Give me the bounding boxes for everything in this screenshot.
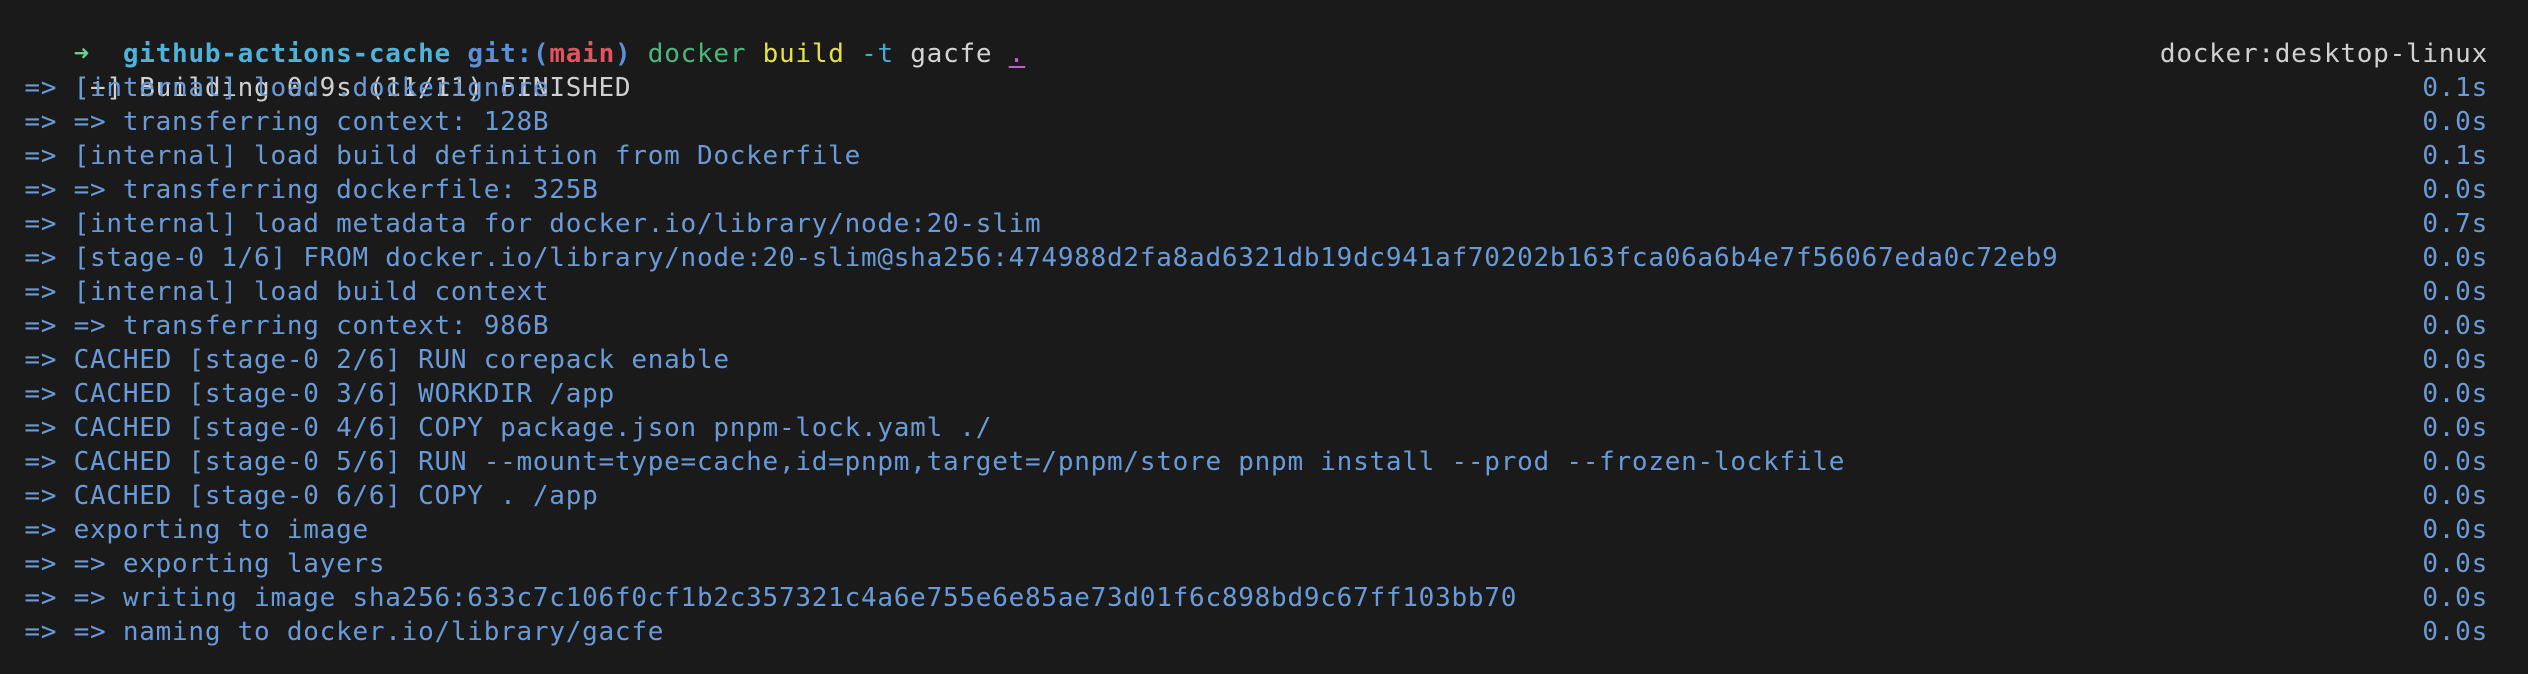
build-step-text: => => transferring context: 986B <box>8 311 550 341</box>
build-step-text: => => naming to docker.io/library/gacfe <box>8 617 665 647</box>
build-step-text: => => transferring dockerfile: 325B <box>8 175 599 205</box>
build-step-time: 0.0s <box>2422 549 2488 579</box>
build-step-line: => CACHED [stage-0 4/6] COPY package.jso… <box>8 411 2488 445</box>
build-step-time: 0.0s <box>2422 481 2488 511</box>
build-step-text: => [internal] load .dockerignore <box>8 73 550 103</box>
build-step-time: 0.0s <box>2422 277 2488 307</box>
build-step-time: 0.7s <box>2422 209 2488 239</box>
terminal-window[interactable]: ➜ github-actions-cache git:(main) docker… <box>0 0 2528 674</box>
build-step-text: => CACHED [stage-0 4/6] COPY package.jso… <box>8 413 993 443</box>
build-step-line: => CACHED [stage-0 2/6] RUN corepack ena… <box>8 343 2488 377</box>
build-step-time: 0.0s <box>2422 583 2488 613</box>
build-step-line: => => transferring context: 986B 0.0s <box>8 309 2488 343</box>
build-step-line: => => transferring context: 128B 0.0s <box>8 105 2488 139</box>
build-step-text: => => writing image sha256:633c7c106f0cf… <box>8 583 1518 613</box>
build-step-text: => CACHED [stage-0 2/6] RUN corepack ena… <box>8 345 730 375</box>
build-step-time: 0.0s <box>2422 311 2488 341</box>
build-step-time: 0.0s <box>2422 345 2488 375</box>
build-step-time: 0.0s <box>2422 107 2488 137</box>
build-step-line: => [internal] load .dockerignore 0.1s <box>8 71 2488 105</box>
build-step-line: => CACHED [stage-0 3/6] WORKDIR /app 0.0s <box>8 377 2488 411</box>
build-step-time: 0.0s <box>2422 243 2488 273</box>
build-step-text: => [internal] load metadata for docker.i… <box>8 209 1042 239</box>
build-step-line: => [stage-0 1/6] FROM docker.io/library/… <box>8 241 2488 275</box>
build-step-time: 0.0s <box>2422 447 2488 477</box>
build-step-text: => [internal] load build context <box>8 277 550 307</box>
build-step-time: 0.0s <box>2422 515 2488 545</box>
build-header-line: [+] Building 0.9s (11/11) FINISHED docke… <box>8 37 2488 103</box>
build-step-text: => [internal] load build definition from… <box>8 141 861 171</box>
build-step-line: => [internal] load metadata for docker.i… <box>8 207 2488 241</box>
build-step-time: 0.1s <box>2422 141 2488 171</box>
build-step-line: => => transferring dockerfile: 325B 0.0s <box>8 173 2488 207</box>
build-step-time: 0.0s <box>2422 413 2488 443</box>
build-step-line: => [internal] load build definition from… <box>8 139 2488 173</box>
builder-name: docker:desktop-linux <box>2159 39 2488 69</box>
build-step-time: 0.0s <box>2422 617 2488 647</box>
build-step-time: 0.0s <box>2422 175 2488 205</box>
build-step-text: => => exporting layers <box>8 549 386 579</box>
build-step-line: => => naming to docker.io/library/gacfe 0… <box>8 615 2488 649</box>
build-step-text: => [stage-0 1/6] FROM docker.io/library/… <box>8 243 2059 273</box>
build-step-line: => exporting to image 0.0s <box>8 513 2488 547</box>
build-step-line: => CACHED [stage-0 5/6] RUN --mount=type… <box>8 445 2488 479</box>
build-step-line: => => writing image sha256:633c7c106f0cf… <box>8 581 2488 615</box>
build-step-text: => CACHED [stage-0 5/6] RUN --mount=type… <box>8 447 1846 477</box>
build-step-time: 0.1s <box>2422 73 2488 103</box>
build-step-text: => CACHED [stage-0 6/6] COPY . /app <box>8 481 599 511</box>
build-step-line: => [internal] load build context 0.0s <box>8 275 2488 309</box>
build-step-text: => exporting to image <box>8 515 369 545</box>
build-step-line: => => exporting layers 0.0s <box>8 547 2488 581</box>
build-step-time: 0.0s <box>2422 379 2488 409</box>
build-step-text: => CACHED [stage-0 3/6] WORKDIR /app <box>8 379 615 409</box>
build-step-text: => => transferring context: 128B <box>8 107 550 137</box>
build-step-line: => CACHED [stage-0 6/6] COPY . /app 0.0s <box>8 479 2488 513</box>
prompt-line: ➜ github-actions-cache git:(main) docker… <box>8 3 2488 69</box>
